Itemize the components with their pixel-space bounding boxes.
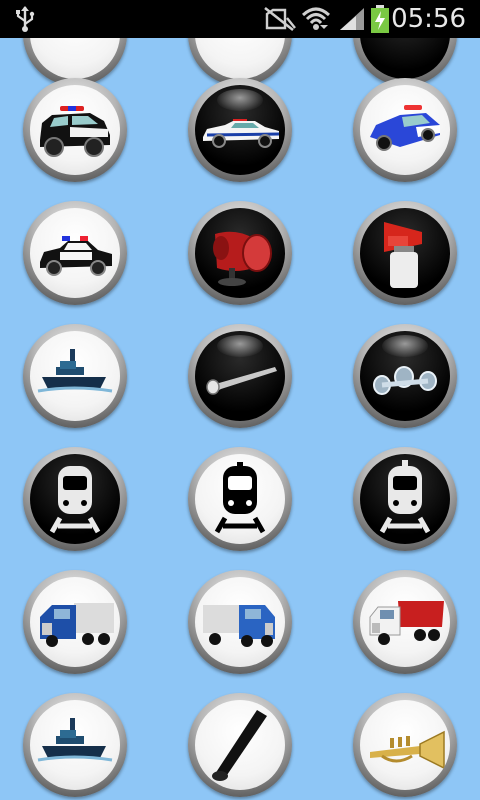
vuvuzela-icon <box>195 700 285 790</box>
dump-truck-icon <box>360 577 450 667</box>
train-horn-icon <box>195 331 285 421</box>
sound-button-trumpet[interactable] <box>353 693 457 797</box>
semi-truck-2-icon <box>195 577 285 667</box>
partial-icon <box>30 38 120 79</box>
police-cruiser-icon <box>360 85 450 175</box>
train-white-2-icon <box>360 454 450 544</box>
train-black-icon <box>195 454 285 544</box>
wifi-icon <box>301 0 331 38</box>
police-car-icon <box>195 85 285 175</box>
sound-button-air-horn[interactable] <box>353 201 457 305</box>
battery-charging-icon <box>370 0 390 38</box>
tugboat-2-icon <box>30 700 120 790</box>
sound-button-semi-truck-2[interactable] <box>188 570 292 674</box>
air-horn-icon <box>360 208 450 298</box>
sound-button-police-cruiser[interactable] <box>353 78 457 182</box>
partial-icon <box>195 38 285 79</box>
semi-truck-icon <box>30 577 120 667</box>
trumpet-icon <box>360 700 450 790</box>
no-sim-icon <box>263 0 297 38</box>
sound-button-train-black[interactable] <box>188 447 292 551</box>
police-suv-icon <box>30 85 120 175</box>
signal-icon <box>338 0 366 38</box>
sound-button-truck-horns[interactable] <box>353 324 457 428</box>
clock-time: 05:56 <box>391 4 466 34</box>
sound-button-police-car[interactable] <box>188 78 292 182</box>
truck-horns-icon <box>360 331 450 421</box>
tugboat-icon <box>30 331 120 421</box>
sound-button-tugboat[interactable] <box>23 324 127 428</box>
partial-icon <box>360 38 450 79</box>
sound-button-train-white-2[interactable] <box>353 447 457 551</box>
sound-button-train-horn[interactable] <box>188 324 292 428</box>
police-car-siren-icon <box>30 208 120 298</box>
sound-button-grid <box>0 38 480 800</box>
sound-button-semi-truck[interactable] <box>23 570 127 674</box>
siren-horn-icon <box>195 208 285 298</box>
sound-button-police-suv[interactable] <box>23 78 127 182</box>
train-white-icon <box>30 454 120 544</box>
sound-button-dump-truck[interactable] <box>353 570 457 674</box>
sound-button-train-white[interactable] <box>23 447 127 551</box>
sound-button-vuvuzela[interactable] <box>188 693 292 797</box>
sound-button-police-car-siren[interactable] <box>23 201 127 305</box>
status-bar: 05:56 <box>0 0 480 38</box>
sound-button-siren-horn[interactable] <box>188 201 292 305</box>
usb-icon <box>14 0 36 38</box>
sound-button-tugboat-2[interactable] <box>23 693 127 797</box>
